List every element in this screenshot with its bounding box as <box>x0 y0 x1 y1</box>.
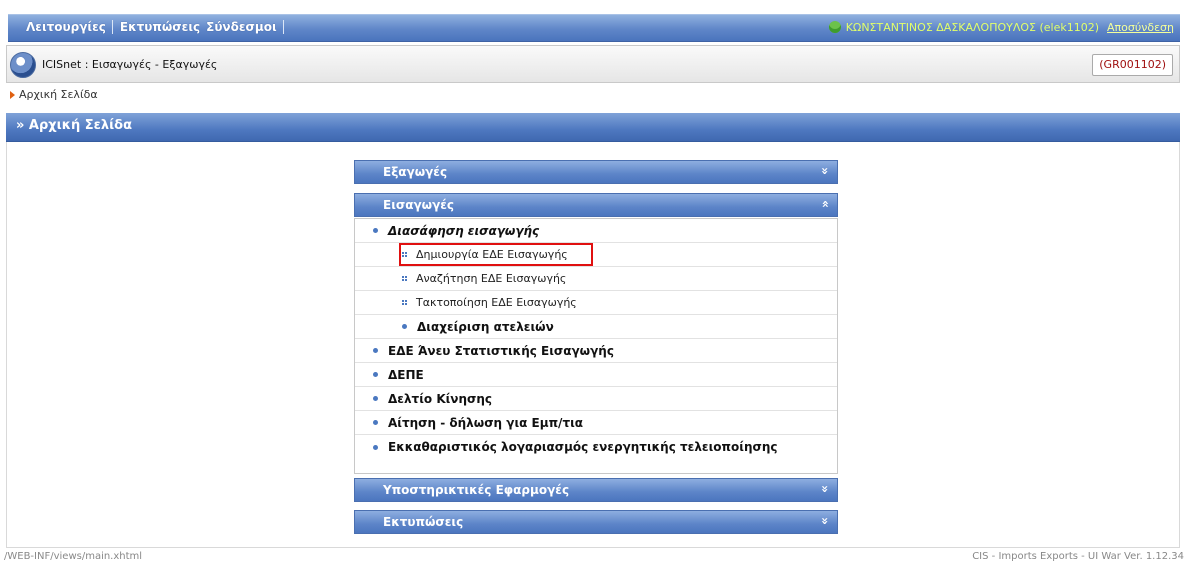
submenu-item-settle[interactable]: Τακτοποίηση ΕΔΕ Εισαγωγής <box>355 291 837 315</box>
footer-path: /WEB-INF/views/main.xhtml <box>4 551 143 562</box>
user-name: ΚΩΝΣΤΑΝΤΙΝΟΣ ΔΑΣΚΑΛΟΠΟΥΛΟΣ (elek1102) <box>845 20 1100 34</box>
bullet-icon <box>373 396 378 401</box>
app-header: ICISnet : Εισαγωγές - Εξαγωγές (GR001102… <box>6 45 1180 83</box>
no-stat-label: ΕΔΕ Άνευ Στατιστικής Εισαγωγής <box>388 343 614 358</box>
bullet-icon <box>373 348 378 353</box>
menu-item-clearance[interactable]: Διασάφηση εισαγωγής <box>355 219 837 243</box>
submenu-item-create[interactable]: Δημιουργία ΕΔΕ Εισαγωγής <box>355 243 837 267</box>
accordion-support-title: Υποστηρικτικές Εφαρμογές <box>383 483 570 497</box>
menu-prints[interactable]: Εκτυπώσεις <box>120 20 206 34</box>
bullet-icon <box>373 372 378 377</box>
accordion-support-header[interactable]: Υποστηρικτικές Εφαρμογές » <box>354 478 838 502</box>
menu-divider <box>282 20 284 34</box>
chevron-down-icon: » <box>818 517 833 525</box>
top-bar: Λειτουργίες Εκτυπώσεις Σύνδεσμοι ΚΩΝΣΤΑΝ… <box>0 0 1184 42</box>
accordion-exports-title: Εξαγωγές <box>383 165 448 179</box>
menu-item-no-stat[interactable]: ΕΔΕ Άνευ Στατιστικής Εισαγωγής <box>355 339 837 363</box>
menu-functions[interactable]: Λειτουργίες <box>26 20 112 34</box>
bullet-icon <box>373 228 378 233</box>
app-logo-icon <box>10 52 36 78</box>
app-title: ICISnet : Εισαγωγές - Εξαγωγές <box>42 58 218 71</box>
breadcrumb-arrow-icon <box>10 90 15 99</box>
logout-link[interactable]: Αποσύνδεση <box>1107 21 1174 34</box>
menu-item-request[interactable]: Αίτηση - δήλωση για Εμπ/τια <box>355 411 837 435</box>
menu-item-exemptions[interactable]: Διαχείριση ατελειών <box>355 315 837 339</box>
create-label: Δημιουργία ΕΔΕ Εισαγωγής <box>416 248 568 261</box>
menu-item-movement[interactable]: Δελτίο Κίνησης <box>355 387 837 411</box>
chevron-up-icon: » <box>818 200 833 208</box>
menu-item-depe[interactable]: ΔΕΠΕ <box>355 363 837 387</box>
depe-label: ΔΕΠΕ <box>388 367 424 382</box>
accordion-prints-header[interactable]: Εκτυπώσεις » <box>354 510 838 534</box>
menu-divider <box>111 20 113 34</box>
clearing-label: Εκκαθαριστικός λογαριασμός ενεργητικής τ… <box>388 440 778 454</box>
office-code: (GR001102) <box>1092 54 1173 76</box>
sub-bullet-icon <box>402 300 407 305</box>
submenu-item-search[interactable]: Αναζήτηση ΕΔΕ Εισαγωγής <box>355 267 837 291</box>
sub-bullet-icon <box>402 252 407 257</box>
menu-links[interactable]: Σύνδεσμοι <box>206 20 283 34</box>
clearance-label: Διασάφηση εισαγωγής <box>388 223 540 238</box>
bullet-icon <box>373 420 378 425</box>
search-label: Αναζήτηση ΕΔΕ Εισαγωγής <box>416 272 567 285</box>
breadcrumb: Αρχική Σελίδα <box>10 88 98 101</box>
footer-version: CIS - Imports Exports - UI War Ver. 1.12… <box>972 551 1184 562</box>
bullet-icon <box>402 324 407 329</box>
page-header: » Αρχική Σελίδα <box>6 113 1180 142</box>
chevron-down-icon: » <box>818 167 833 175</box>
movement-label: Δελτίο Κίνησης <box>388 391 493 406</box>
accordion-imports-header[interactable]: Εισαγωγές » <box>354 193 838 217</box>
accordion-imports-title: Εισαγωγές <box>383 198 455 212</box>
request-label: Αίτηση - δήλωση για Εμπ/τια <box>388 415 584 430</box>
main-menu: Λειτουργίες Εκτυπώσεις Σύνδεσμοι <box>26 18 291 36</box>
bullet-icon <box>373 444 378 450</box>
sub-bullet-icon <box>402 276 407 281</box>
accordion-prints-title: Εκτυπώσεις <box>383 515 464 529</box>
exemptions-label: Διαχείριση ατελειών <box>417 319 554 334</box>
user-box: ΚΩΝΣΤΑΝΤΙΝΟΣ ΔΑΣΚΑΛΟΠΟΥΛΟΣ (elek1102) Απ… <box>828 18 1174 36</box>
accordion-exports-header[interactable]: Εξαγωγές » <box>354 160 838 184</box>
settle-label: Τακτοποίηση ΕΔΕ Εισαγωγής <box>416 296 577 309</box>
breadcrumb-home[interactable]: Αρχική Σελίδα <box>19 88 98 101</box>
user-icon <box>828 21 841 33</box>
menu-item-clearing[interactable]: Εκκαθαριστικός λογαριασμός ενεργητικής τ… <box>355 435 837 459</box>
chevron-down-icon: » <box>818 485 833 493</box>
imports-menu: Διασάφηση εισαγωγής Δημιουργία ΕΔΕ Εισαγ… <box>354 218 838 474</box>
page-title: » Αρχική Σελίδα <box>16 118 133 133</box>
